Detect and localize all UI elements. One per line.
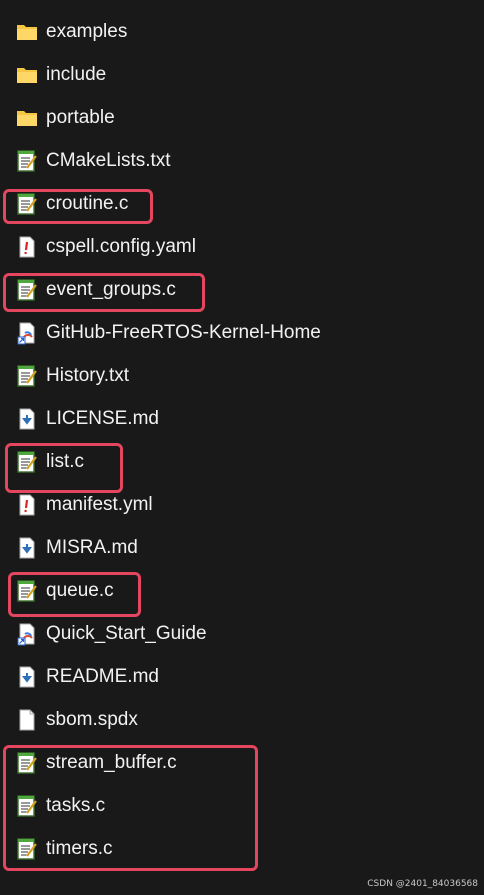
file-name: Quick_Start_Guide [46, 623, 207, 644]
file-name: list.c [46, 451, 84, 472]
notepad-file-icon [17, 795, 37, 817]
notepad-file-icon [17, 752, 37, 774]
file-name: timers.c [46, 838, 113, 859]
file-row-cspell-config[interactable]: cspell.config.yaml [0, 225, 484, 268]
notepad-file-icon [17, 150, 37, 172]
file-row-license[interactable]: LICENSE.md [0, 397, 484, 440]
file-name: portable [46, 107, 115, 128]
file-list: examples include portable CMakeLists.txt… [0, 0, 484, 895]
file-name: README.md [46, 666, 159, 687]
file-row-include[interactable]: include [0, 53, 484, 96]
file-name: sbom.spdx [46, 709, 138, 730]
file-row-stream-buffer[interactable]: stream_buffer.c [0, 741, 484, 784]
web-shortcut-icon [17, 623, 35, 646]
file-name: croutine.c [46, 193, 129, 214]
file-name: GitHub-FreeRTOS-Kernel-Home [46, 322, 321, 343]
notepad-file-icon [17, 365, 37, 387]
web-shortcut-icon [17, 322, 35, 345]
file-name: stream_buffer.c [46, 752, 177, 773]
file-name: include [46, 64, 107, 85]
file-name: cspell.config.yaml [46, 236, 196, 257]
watermark: CSDN @2401_84036568 [367, 879, 478, 889]
file-row-list-c[interactable]: list.c [0, 440, 484, 483]
file-row-timers[interactable]: timers.c [0, 827, 484, 870]
notepad-file-icon [17, 279, 37, 301]
markdown-file-icon [19, 537, 35, 559]
file-name: LICENSE.md [46, 408, 159, 429]
file-row-croutine[interactable]: croutine.c [0, 182, 484, 225]
file-name: event_groups.c [46, 279, 176, 300]
file-row-readme[interactable]: README.md [0, 655, 484, 698]
folder-icon [17, 111, 37, 126]
file-name: CMakeLists.txt [46, 150, 171, 171]
file-row-tasks[interactable]: tasks.c [0, 784, 484, 827]
notepad-file-icon [17, 580, 37, 602]
file-row-quick-start-guide[interactable]: Quick_Start_Guide [0, 612, 484, 655]
file-name: queue.c [46, 580, 114, 601]
file-name: examples [46, 21, 128, 42]
file-row-examples[interactable]: examples [0, 10, 484, 53]
file-row-manifest[interactable]: manifest.yml [0, 483, 484, 526]
file-row-github-freertos-kernel-home[interactable]: GitHub-FreeRTOS-Kernel-Home [0, 311, 484, 354]
folder-icon [17, 25, 37, 40]
notepad-file-icon [17, 451, 37, 473]
notepad-file-icon [17, 193, 37, 215]
file-row-misra[interactable]: MISRA.md [0, 526, 484, 569]
file-name: History.txt [46, 365, 130, 386]
markdown-file-icon [19, 666, 35, 688]
file-row-portable[interactable]: portable [0, 96, 484, 139]
file-row-queue[interactable]: queue.c [0, 569, 484, 612]
file-row-sbom[interactable]: sbom.spdx [0, 698, 484, 741]
file-row-history[interactable]: History.txt [0, 354, 484, 397]
file-row-event-groups[interactable]: event_groups.c [0, 268, 484, 311]
file-row-cmakelists[interactable]: CMakeLists.txt [0, 139, 484, 182]
folder-icon [17, 68, 37, 83]
file-name: tasks.c [46, 795, 106, 816]
file-name: manifest.yml [46, 494, 153, 515]
yaml-file-icon [19, 236, 35, 258]
markdown-file-icon [19, 408, 35, 430]
notepad-file-icon [17, 838, 37, 860]
blank-file-icon [19, 709, 35, 731]
yaml-file-icon [19, 494, 35, 516]
file-name: MISRA.md [46, 537, 138, 558]
